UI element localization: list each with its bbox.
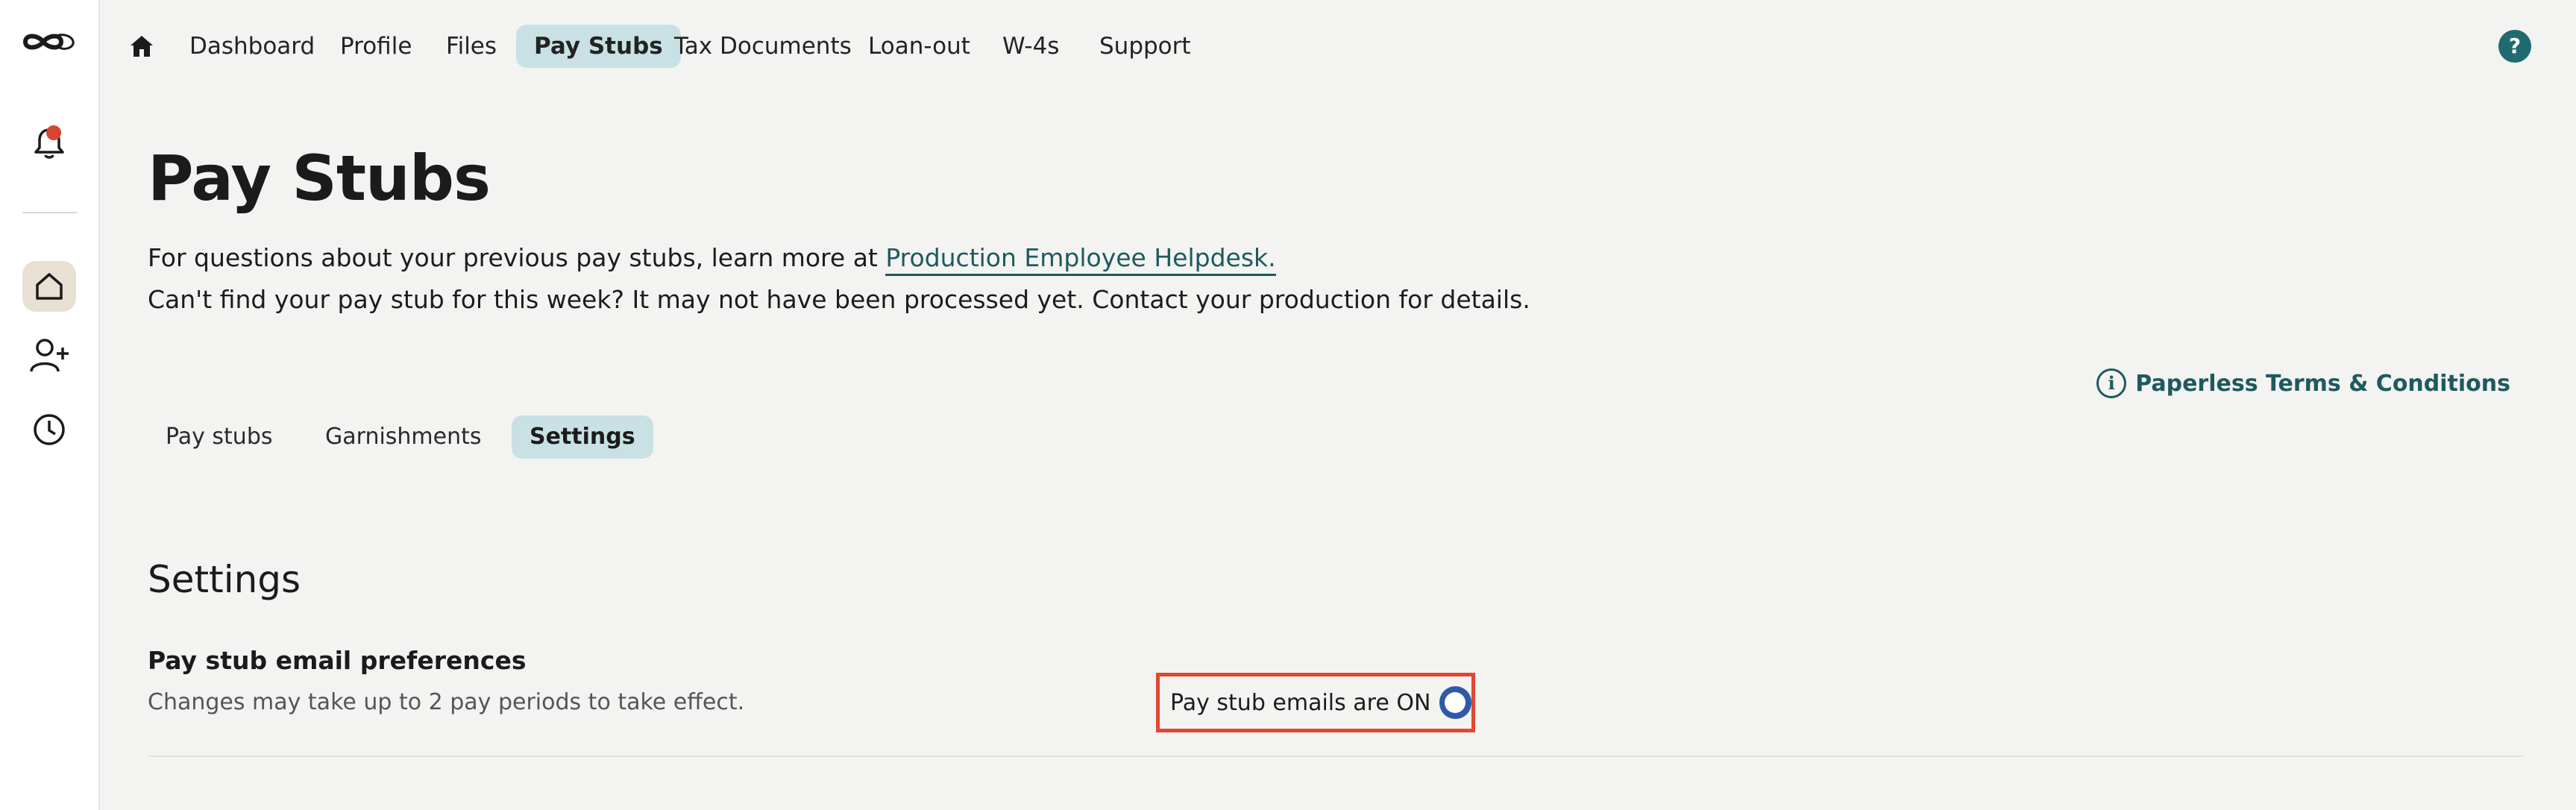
section-divider xyxy=(148,756,2524,757)
paperless-terms-link[interactable]: i Paperless Terms & Conditions xyxy=(2096,368,2510,398)
nav-w4s[interactable]: W-4s xyxy=(984,25,1077,68)
helpdesk-description: For questions about your previous pay st… xyxy=(148,243,1276,276)
nav-loan-out[interactable]: Loan-out xyxy=(850,25,988,68)
page-title: Pay Stubs xyxy=(148,142,491,215)
settings-heading: Settings xyxy=(148,558,301,601)
info-icon: i xyxy=(2096,368,2127,398)
clock-icon[interactable] xyxy=(31,412,67,448)
rail-divider xyxy=(22,212,78,213)
nav-tax-documents[interactable]: Tax Documents xyxy=(656,25,870,68)
home-icon xyxy=(36,273,63,300)
left-rail xyxy=(0,0,100,810)
email-toggle-switch[interactable] xyxy=(1439,686,1471,719)
nav-dashboard[interactable]: Dashboard xyxy=(172,25,333,68)
email-preferences-title: Pay stub email preferences xyxy=(148,646,527,675)
nav-profile[interactable]: Profile xyxy=(322,25,430,68)
toggle-knob xyxy=(1445,692,1466,713)
helpdesk-link[interactable]: Production Employee Helpdesk. xyxy=(885,243,1276,276)
tab-settings[interactable]: Settings xyxy=(512,415,653,459)
nav-support[interactable]: Support xyxy=(1081,25,1209,68)
processing-notice: Can't find your pay stub for this week? … xyxy=(148,285,1530,314)
paperless-terms-label: Paperless Terms & Conditions xyxy=(2135,370,2510,397)
home-icon[interactable] xyxy=(128,33,155,60)
nav-files[interactable]: Files xyxy=(428,25,515,68)
rail-home-button[interactable] xyxy=(22,261,76,312)
notification-dot xyxy=(46,125,61,140)
top-navigation: Dashboard Profile Files Pay Stubs Tax Do… xyxy=(100,0,2576,92)
help-icon[interactable]: ? xyxy=(2498,30,2531,63)
tab-garnishments[interactable]: Garnishments xyxy=(307,415,500,459)
add-user-icon[interactable] xyxy=(30,337,70,374)
helpdesk-text: For questions about your previous pay st… xyxy=(148,243,886,272)
email-toggle-label: Pay stub emails are ON xyxy=(1170,689,1431,716)
logo-icon[interactable] xyxy=(21,27,78,57)
email-preferences-description: Changes may take up to 2 pay periods to … xyxy=(148,689,745,715)
email-toggle-highlight: Pay stub emails are ON xyxy=(1156,673,1475,732)
tab-pay-stubs[interactable]: Pay stubs xyxy=(148,415,291,459)
